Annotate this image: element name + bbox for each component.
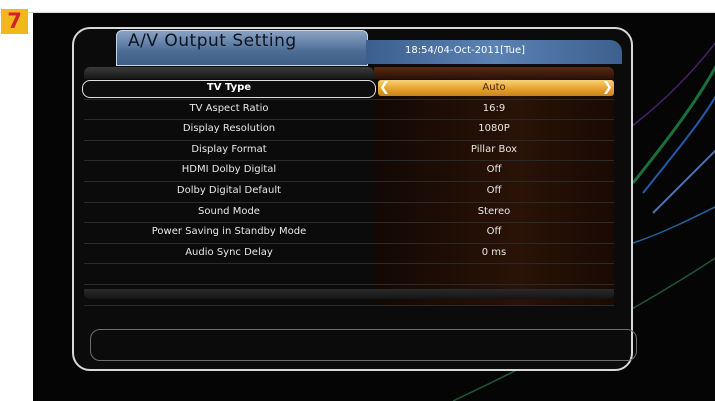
list-header-right [374,67,614,79]
setting-label: Sound Mode [198,205,260,217]
setting-row-sound-mode[interactable]: Sound Mode Stereo [84,202,614,224]
setting-label: HDMI Dolby Digital [181,164,277,176]
page-title: A/V Output Setting [128,31,297,51]
setting-value[interactable]: Pillar Box [374,144,614,155]
setting-value[interactable]: Off [374,226,614,237]
list-header-left [84,67,374,79]
setting-label: Display Resolution [182,123,276,135]
setting-label: Display Format [191,143,267,155]
list-footer [84,289,614,299]
setting-row-power-saving[interactable]: Power Saving in Standby Mode Off [84,223,614,244]
chevron-right-icon[interactable]: ❯ [602,80,613,96]
setting-row-hdmi-dolby-digital[interactable]: HDMI Dolby Digital Off [84,161,614,182]
setting-value[interactable]: Off [374,185,614,196]
clock: 18:54/04-Oct-2011[Tue] [405,45,526,56]
setting-value[interactable]: Off [374,164,614,175]
setting-row-audio-sync-delay[interactable]: Audio Sync Delay 0 ms [84,243,614,265]
settings-list: TV Type ❮ Auto ❯ TV Aspect Ratio 16:9 Di… [82,79,614,306]
empty-row [84,264,614,285]
step-badge: 7 [1,9,28,34]
setting-label: Audio Sync Delay [185,246,273,258]
setting-label: TV Aspect Ratio [189,102,269,114]
top-band [0,0,715,13]
setting-row-dolby-digital-default[interactable]: Dolby Digital Default Off [84,181,614,203]
setting-row-display-format[interactable]: Display Format Pillar Box [84,140,614,162]
setting-label: Power Saving in Standby Mode [151,226,307,238]
setting-row-display-resolution[interactable]: Display Resolution 1080P [84,120,614,141]
setting-label: Dolby Digital Default [176,184,282,196]
setting-value[interactable]: Stereo [374,206,614,217]
help-box [90,329,637,361]
setting-value[interactable]: 16:9 [374,103,614,114]
value-cell-bg [374,264,614,284]
setting-label: TV Type [206,82,252,93]
setting-row-tv-aspect-ratio[interactable]: TV Aspect Ratio 16:9 [84,99,614,121]
setting-value[interactable]: 0 ms [374,247,614,258]
setting-row-tv-type[interactable]: TV Type ❮ Auto ❯ [82,79,614,100]
setting-value[interactable]: Auto [374,82,614,93]
setting-value[interactable]: 1080P [374,123,614,134]
